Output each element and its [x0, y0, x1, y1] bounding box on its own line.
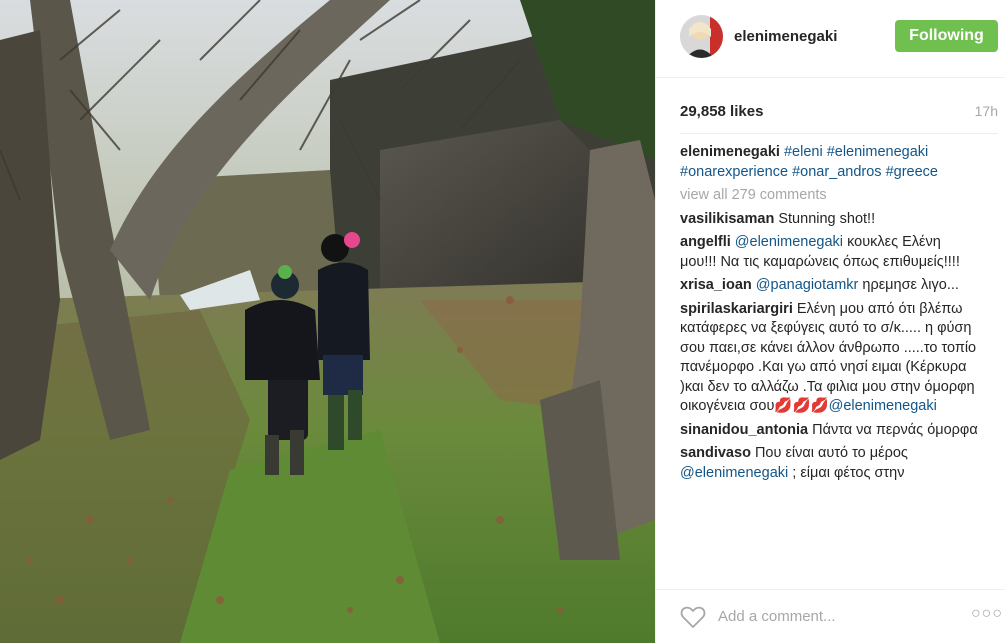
comment: vasilikisaman Stunning shot!!: [680, 210, 980, 230]
caption-author[interactable]: elenimenegaki: [680, 144, 780, 160]
comment: sinanidou_antonia Πάντα να περνάς όμορφα: [680, 421, 980, 441]
comment-author[interactable]: xrisa_ioan: [680, 277, 752, 293]
comment-mention[interactable]: @elenimenegaki: [829, 398, 937, 414]
comment-text: Stunning shot!!: [778, 210, 876, 227]
hashtag[interactable]: #onar_andros: [792, 164, 882, 180]
comment: xrisa_ioan @panagiotamkr ηρεμησε λιγο...: [680, 276, 980, 296]
comment-author[interactable]: sinanidou_antonia: [680, 422, 808, 438]
comment-mention[interactable]: @panagiotamkr: [756, 277, 859, 293]
heart-icon[interactable]: [680, 605, 706, 629]
comment-author[interactable]: angelfli: [680, 234, 731, 250]
likes-row: 29,858 likes 17h: [680, 103, 998, 123]
comment-text: ; είμαι φέτος στην: [792, 464, 905, 481]
caption: elenimenegaki #eleni #elenimenegaki #ona…: [680, 143, 980, 182]
hashtag[interactable]: #onarexperience: [680, 164, 788, 180]
divider: [680, 133, 998, 134]
comment-author[interactable]: sandivaso: [680, 445, 751, 461]
view-all-comments-link[interactable]: view all 279 comments: [680, 186, 980, 206]
comment-author[interactable]: vasilikisaman: [680, 211, 774, 227]
comment-text: Ελένη μου από ότι βλέπω κατάφερες να ξεφ…: [680, 300, 977, 415]
comment-footer: Add a comment... ○○○: [656, 589, 1005, 643]
hashtag[interactable]: #elenimenegaki: [827, 144, 929, 160]
comment-text: ηρεμησε λιγο...: [862, 277, 959, 293]
comment-text: Που είναι αυτό το μέρος: [754, 445, 908, 461]
comments-list[interactable]: elenimenegaki #eleni #elenimenegaki #ona…: [680, 143, 980, 583]
hashtag[interactable]: #greece: [886, 164, 938, 180]
add-comment-input[interactable]: Add a comment...: [718, 608, 836, 625]
likes-count[interactable]: 29,858 likes: [680, 103, 763, 120]
username-link[interactable]: elenimenegaki: [734, 28, 837, 45]
forest-scene-image: [0, 0, 655, 643]
following-button[interactable]: Following: [895, 20, 998, 52]
avatar[interactable]: [680, 15, 723, 58]
comment-mention[interactable]: @elenimenegaki: [735, 234, 843, 250]
comment-text: Πάντα να περνάς όμορφα: [812, 421, 978, 438]
more-options-icon[interactable]: ○○○: [971, 605, 1003, 623]
comment: sandivaso Που είναι αυτό το μέρος @eleni…: [680, 444, 980, 483]
comment: angelfli @elenimenegaki κουκλες Ελένη μο…: [680, 233, 980, 272]
post-header: elenimenegaki Following: [656, 0, 1005, 78]
post-time[interactable]: 17h: [975, 103, 998, 119]
comment-author[interactable]: spirilaskariargiri: [680, 301, 793, 317]
post-details-panel: elenimenegaki Following 29,858 likes 17h…: [655, 0, 1005, 643]
comment-mention[interactable]: @elenimenegaki: [680, 465, 788, 481]
hashtag[interactable]: #eleni: [784, 144, 823, 160]
comment: spirilaskariargiri Ελένη μου από ότι βλέ…: [680, 300, 980, 417]
post-photo[interactable]: [0, 0, 655, 643]
